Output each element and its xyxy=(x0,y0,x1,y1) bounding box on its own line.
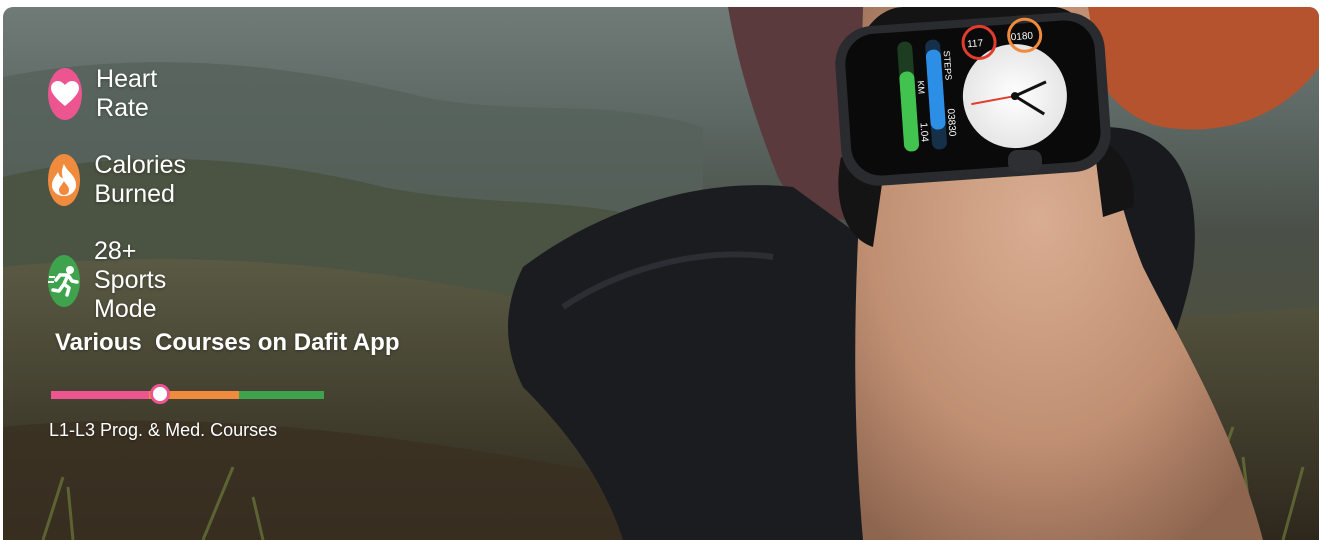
flame-icon xyxy=(48,154,81,206)
feature-label: Calories Burned xyxy=(94,151,187,208)
hero-banner: 117 0180 KM 1.04 STEPS 03830 Heart Rate … xyxy=(3,7,1319,540)
feature-heart-rate: Heart Rate xyxy=(48,65,175,123)
watch-steps-label: STEPS xyxy=(942,50,954,80)
watch-heart-value: 117 xyxy=(967,38,984,50)
watch-distance-label: KM xyxy=(916,80,927,94)
feature-sports-mode: 28+ Sports Mode xyxy=(48,237,186,324)
feature-calories: Calories Burned xyxy=(48,151,206,209)
watch-steps-value: 03830 xyxy=(945,108,958,137)
background-photo: 117 0180 KM 1.04 STEPS 03830 xyxy=(3,7,1319,540)
runner-icon xyxy=(48,254,80,307)
feature-label: Heart Rate xyxy=(96,65,158,122)
courses-title: Various Courses on Dafit App xyxy=(55,329,400,356)
heart-icon xyxy=(48,68,83,120)
level-segment-1 xyxy=(51,391,150,399)
watch-distance-value: 1.04 xyxy=(918,122,930,143)
level-segment-3 xyxy=(239,391,324,399)
course-level-bar xyxy=(51,391,324,399)
courses-subtitle: L1-L3 Prog. & Med. Courses xyxy=(49,420,278,440)
watch-calories-value: 0180 xyxy=(1010,31,1033,44)
feature-label: 28+ Sports Mode xyxy=(94,237,167,323)
